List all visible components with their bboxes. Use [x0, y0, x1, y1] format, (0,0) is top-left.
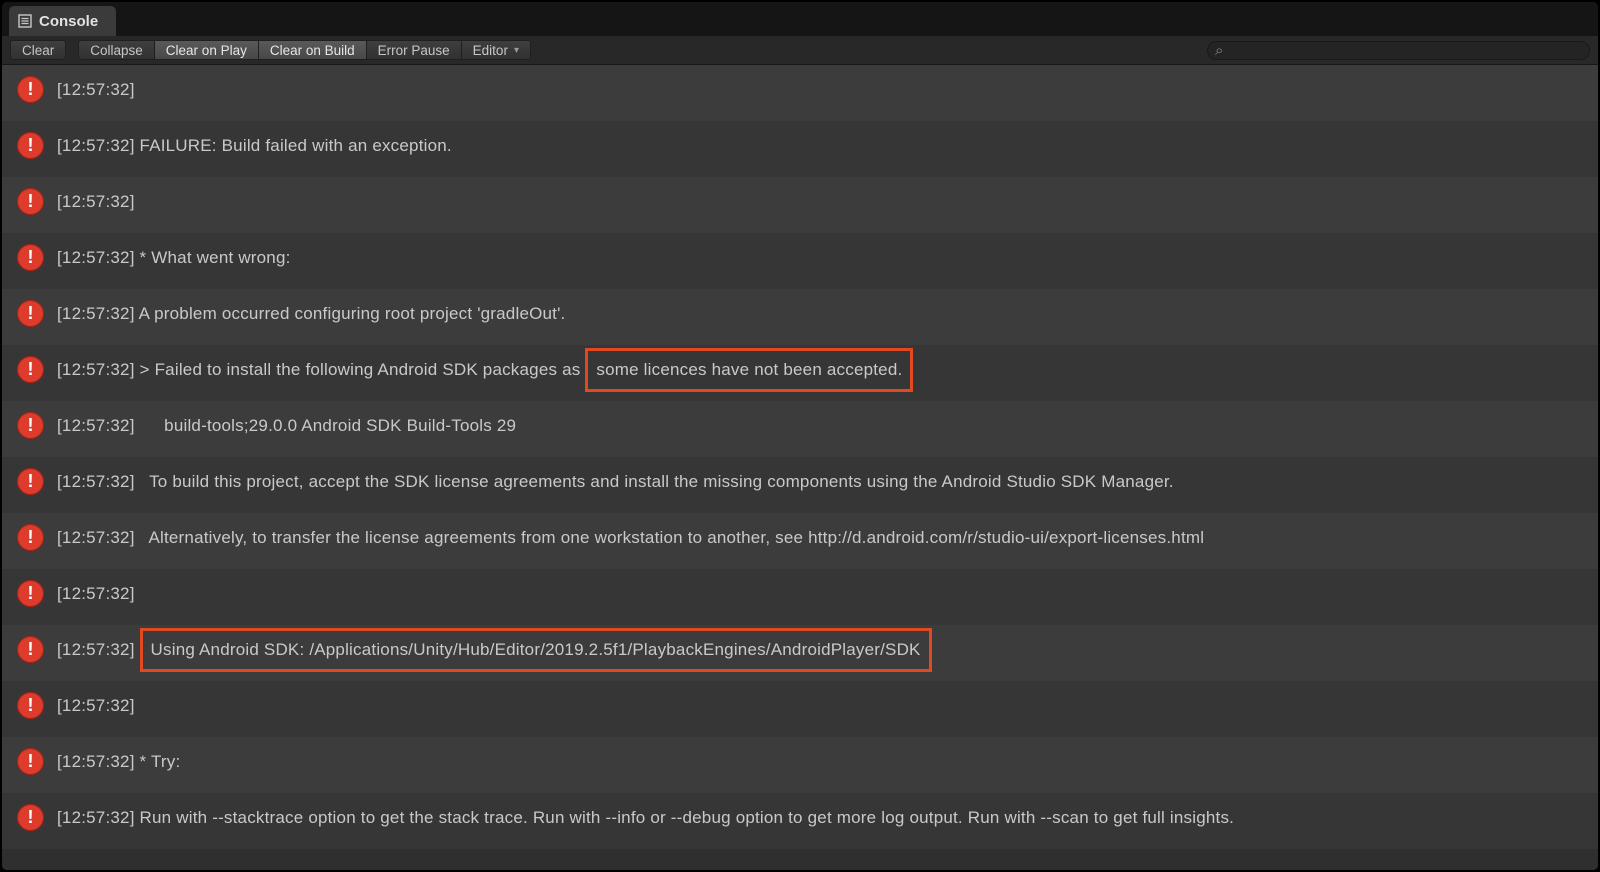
annotation-box: some licences have not been accepted.	[585, 348, 913, 392]
log-entry[interactable]: ! [12:57:32]	[2, 569, 1598, 625]
search-icon: ⌕	[1215, 43, 1223, 58]
log-timestamp: [12:57:32]	[57, 752, 140, 771]
log-timestamp: [12:57:32]	[57, 416, 140, 435]
error-icon: !	[17, 524, 44, 551]
log-message: [12:57:32]	[57, 187, 140, 213]
log-timestamp: [12:57:32]	[57, 248, 140, 267]
collapse-button[interactable]: Collapse	[78, 40, 154, 60]
log-message: [12:57:32] A problem occurred configurin…	[57, 299, 565, 325]
tab-label: Console	[39, 13, 98, 30]
search-box[interactable]: ⌕	[1207, 41, 1590, 60]
log-message: [12:57:32] Alternatively, to transfer th…	[57, 523, 1204, 549]
log-message: [12:57:32]	[57, 579, 140, 605]
clear-button[interactable]: Clear	[10, 40, 66, 60]
log-list: ! [12:57:32] ! [12:57:32] FAILURE: Build f…	[2, 65, 1598, 870]
log-message: [12:57:32] To build this project, accept…	[57, 467, 1174, 493]
log-message: [12:57:32]	[57, 75, 140, 101]
log-message: [12:57:32] * What went wrong:	[57, 243, 291, 269]
error-icon: !	[17, 132, 44, 159]
log-entry[interactable]: ! [12:57:32] build-tools;29.0.0 Android S…	[2, 401, 1598, 457]
log-message: [12:57:32] > Failed to install the follo…	[57, 355, 913, 381]
log-timestamp: [12:57:32]	[57, 360, 140, 379]
log-entry[interactable]: ! [12:57:32]	[2, 681, 1598, 737]
editor-dropdown-label: Editor	[473, 43, 508, 58]
error-icon: !	[17, 692, 44, 719]
error-icon: !	[17, 244, 44, 271]
log-timestamp: [12:57:32]	[57, 192, 140, 211]
log-timestamp: [12:57:32]	[57, 528, 140, 547]
log-entry[interactable]: ! [12:57:32] FAILURE: Build failed with a…	[2, 121, 1598, 177]
log-timestamp: [12:57:32]	[57, 472, 140, 491]
log-entry[interactable]: ! [12:57:32]	[2, 65, 1598, 121]
error-icon: !	[17, 468, 44, 495]
search-input[interactable]	[1228, 43, 1585, 58]
error-icon: !	[17, 636, 44, 663]
log-entry[interactable]: ! [12:57:32] * What went wrong:	[2, 233, 1598, 289]
tab-console[interactable]: Console	[9, 6, 116, 36]
log-message: [12:57:32] FAILURE: Build failed with an…	[57, 131, 452, 157]
log-timestamp: [12:57:32]	[57, 696, 140, 715]
log-entry[interactable]: ! [12:57:32] A problem occurred configuri…	[2, 289, 1598, 345]
clear-on-build-button[interactable]: Clear on Build	[258, 40, 366, 60]
error-icon: !	[17, 188, 44, 215]
annotation-box: Using Android SDK: /Applications/Unity/H…	[140, 628, 932, 672]
chevron-down-icon: ▾	[514, 45, 519, 56]
log-message: [12:57:32] build-tools;29.0.0 Android SD…	[57, 411, 516, 437]
error-icon: !	[17, 356, 44, 383]
tab-bar: Console	[2, 2, 1598, 36]
log-message: [12:57:32] Using Android SDK: /Applicati…	[57, 635, 932, 661]
log-message: [12:57:32] Run with --stacktrace option …	[57, 803, 1234, 829]
toolbar-button-group: Collapse Clear on Play Clear on Build Er…	[78, 40, 531, 60]
log-entry[interactable]: ! [12:57:32] Using Android SDK: /Applicat…	[2, 625, 1598, 681]
log-timestamp: [12:57:32]	[57, 808, 140, 827]
log-timestamp: [12:57:32]	[57, 136, 140, 155]
error-icon: !	[17, 580, 44, 607]
error-icon: !	[17, 804, 44, 831]
log-entry[interactable]: ! [12:57:32] To build this project, accep…	[2, 457, 1598, 513]
error-icon: !	[17, 300, 44, 327]
log-entry[interactable]: ! [12:57:32] > Failed to install the foll…	[2, 345, 1598, 401]
console-toolbar: Clear Collapse Clear on Play Clear on Bu…	[2, 36, 1598, 65]
error-icon: !	[17, 76, 44, 103]
error-icon: !	[17, 748, 44, 775]
log-entry[interactable]: ! [12:57:32]	[2, 177, 1598, 233]
console-icon	[18, 14, 32, 28]
error-pause-button[interactable]: Error Pause	[366, 40, 461, 60]
log-message: [12:57:32]	[57, 691, 140, 717]
clear-on-play-button[interactable]: Clear on Play	[154, 40, 258, 60]
console-window: Console Clear Collapse Clear on Play Cle…	[0, 0, 1600, 872]
log-message: [12:57:32] * Try:	[57, 747, 180, 773]
log-timestamp: [12:57:32]	[57, 304, 139, 323]
editor-dropdown-button[interactable]: Editor ▾	[461, 40, 531, 60]
log-entry[interactable]: ! [12:57:32] Run with --stacktrace option…	[2, 793, 1598, 849]
log-timestamp: [12:57:32]	[57, 640, 140, 659]
error-icon: !	[17, 412, 44, 439]
log-entry[interactable]: ! [12:57:32] Alternatively, to transfer t…	[2, 513, 1598, 569]
log-entry[interactable]: ! [12:57:32] * Try:	[2, 737, 1598, 793]
log-timestamp: [12:57:32]	[57, 80, 140, 99]
log-timestamp: [12:57:32]	[57, 584, 140, 603]
